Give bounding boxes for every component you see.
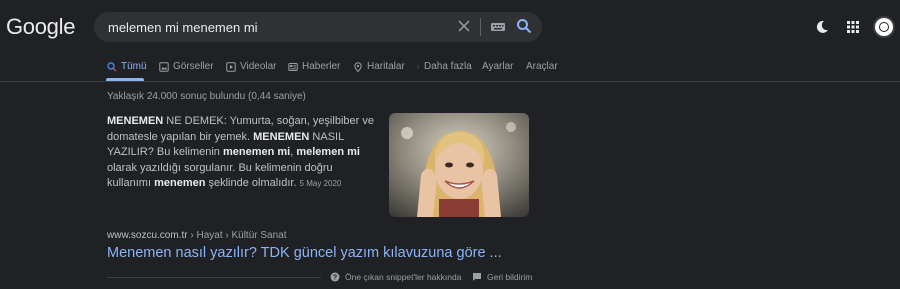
- feedback-link[interactable]: Geri bildirim: [472, 272, 532, 282]
- snippet-bold-term: MENEMEN: [253, 130, 310, 143]
- svg-text:?: ?: [333, 275, 337, 282]
- avatar[interactable]: [873, 16, 895, 38]
- snippet-bold-term: melemen mi: [296, 146, 360, 158]
- tab-label: Daha fazla: [424, 61, 472, 72]
- footer-divider: [107, 277, 321, 278]
- tab-label: Araçlar: [526, 61, 558, 72]
- tab-label: Görseller: [173, 61, 214, 72]
- snippet-bold-term: menemen mi: [222, 146, 291, 158]
- help-icon: ?: [330, 272, 340, 282]
- result-title-link[interactable]: Menemen nasıl yazılır? TDK güncel yazım …: [107, 245, 502, 261]
- woman-photo-icon: [389, 113, 529, 217]
- featured-snippet-image[interactable]: [389, 113, 529, 217]
- tab-images[interactable]: Görseller: [159, 61, 214, 72]
- keyboard-icon[interactable]: [490, 20, 506, 34]
- result-breadcrumb: › Hayat › Kültür Sanat: [190, 230, 287, 241]
- snippet-body: MENEMEN NE DEMEK: Yumurta, soğan, yeşilb…: [107, 115, 374, 189]
- tab-more[interactable]: Daha fazla: [416, 61, 472, 72]
- snippet-bold-term: menemen: [154, 177, 206, 189]
- feedback-label: Geri bildirim: [487, 272, 533, 282]
- clear-icon[interactable]: [456, 18, 472, 34]
- snippet-bold-term: MENEMEN: [107, 115, 164, 127]
- more-vert-icon: [417, 64, 419, 69]
- result-stats: Yaklaşık 24.000 sonuç bulundu (0,44 sani…: [107, 91, 306, 102]
- image-icon: [159, 61, 169, 72]
- google-logo[interactable]: Google: [6, 14, 75, 40]
- about-snippets-link[interactable]: ? Öne çıkan snippet'ler hakkında: [330, 272, 461, 282]
- tabs-divider: [0, 81, 900, 82]
- search-input[interactable]: melemen mi menemen mi: [108, 20, 258, 35]
- tab-maps[interactable]: Haritalar: [353, 61, 405, 72]
- map-pin-icon: [354, 61, 362, 72]
- avatar-glyph: [879, 22, 889, 32]
- apps-grid-icon[interactable]: [845, 19, 861, 35]
- tab-label: Videolar: [240, 61, 277, 72]
- tab-label: Tümü: [121, 61, 147, 72]
- snippet-date: 5 May 2020: [299, 179, 342, 188]
- snippet-text-segment: şeklinde olmalıdır.: [205, 177, 297, 189]
- search-box[interactable]: melemen mi menemen mi: [94, 12, 542, 42]
- search-divider: [480, 18, 481, 36]
- tab-videos[interactable]: Videolar: [226, 61, 277, 72]
- featured-snippet-text: MENEMEN NE DEMEK: Yumurta, soğan, yeşilb…: [107, 114, 377, 192]
- tab-all[interactable]: Tümü: [107, 61, 147, 72]
- feedback-icon: [473, 273, 481, 281]
- tab-news[interactable]: Haberler: [288, 61, 340, 72]
- search-tabs: Tümü Görseller Videolar Haberler Harital…: [0, 55, 900, 81]
- about-snippets-label: Öne çıkan snippet'ler hakkında: [345, 272, 462, 282]
- video-icon: [226, 61, 236, 72]
- tab-label: Haritalar: [367, 61, 405, 72]
- search-icon: [107, 61, 117, 71]
- search-icon[interactable]: [516, 18, 532, 34]
- tab-label: Ayarlar: [482, 61, 514, 72]
- news-icon: [288, 62, 298, 71]
- result-url: www.sozcu.com.tr › Hayat › Kültür Sanat: [107, 230, 287, 241]
- tab-tools[interactable]: Araçlar: [526, 61, 558, 72]
- result-domain: www.sozcu.com.tr: [107, 230, 188, 241]
- tab-label: Haberler: [302, 61, 341, 72]
- tab-settings[interactable]: Ayarlar: [482, 61, 514, 72]
- dark-mode-icon[interactable]: [814, 19, 830, 35]
